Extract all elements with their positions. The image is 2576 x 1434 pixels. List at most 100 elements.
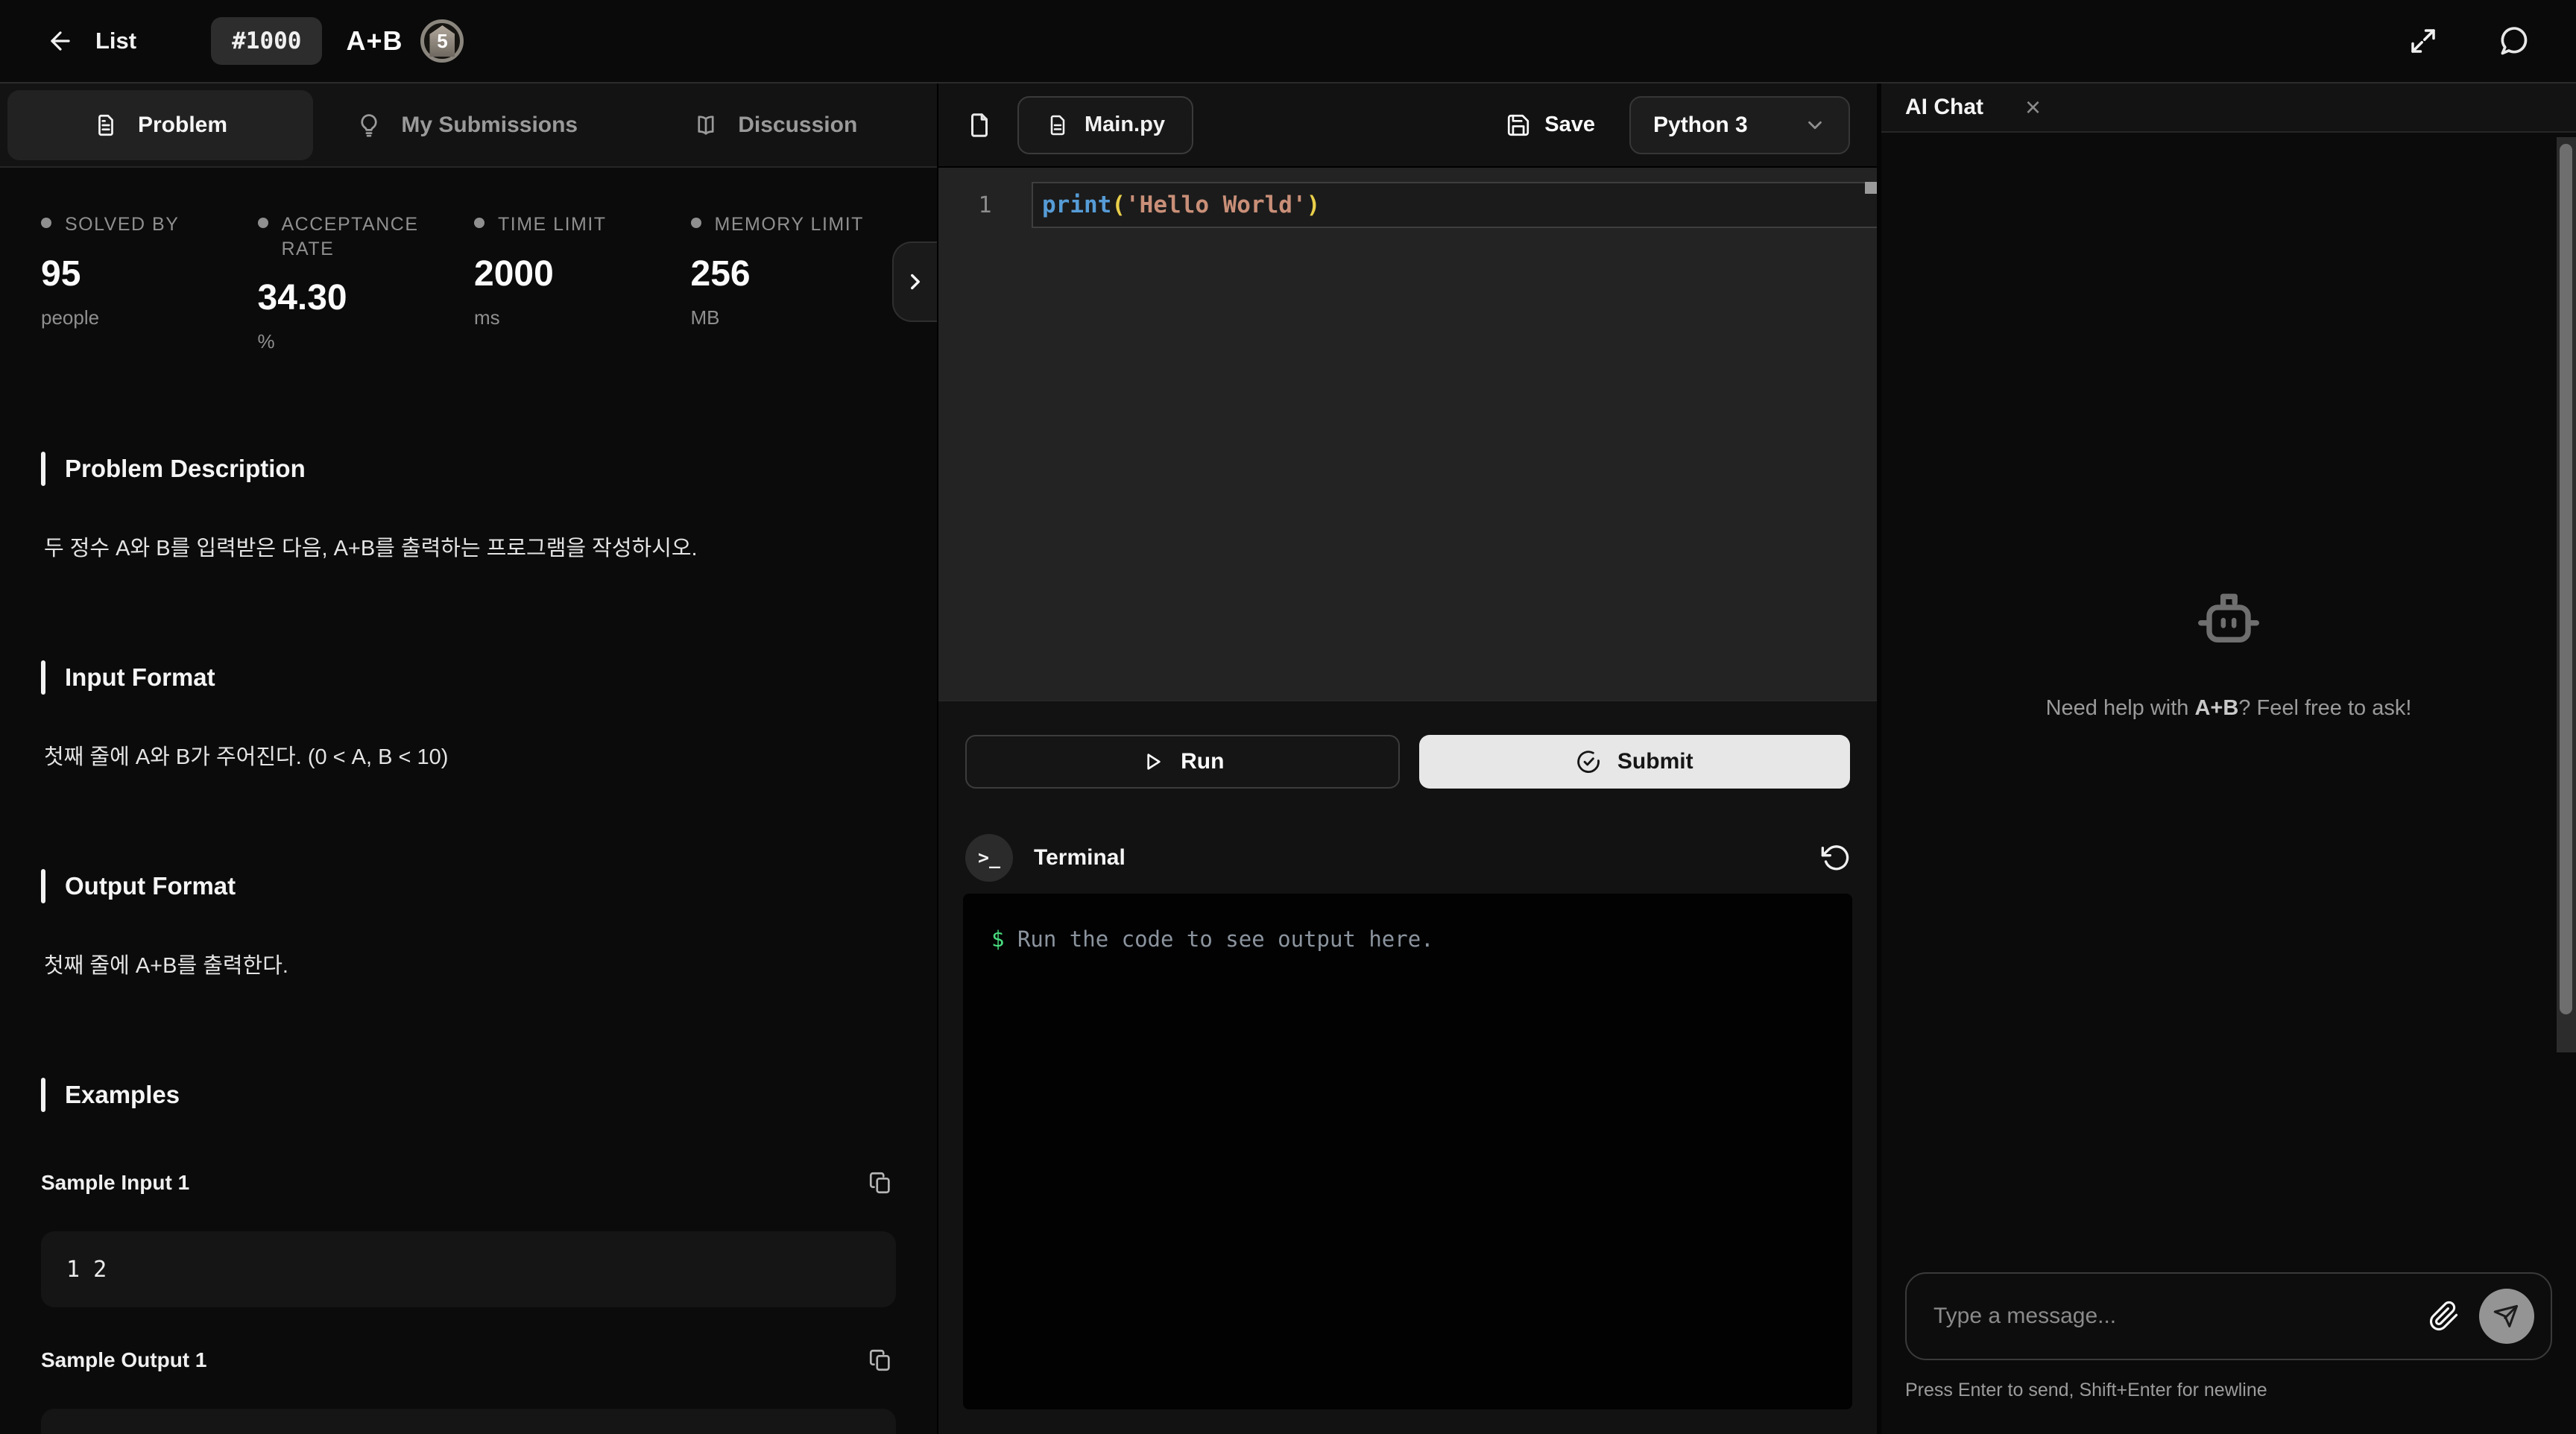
chat-helper-text: Press Enter to send, Shift+Enter for new… [1905,1380,2552,1401]
actions-row: Run Submit [938,700,1877,821]
section-body: 첫째 줄에 A+B를 출력한다. [41,948,896,979]
section-heading: Examples [65,1081,180,1109]
book-icon [693,113,719,138]
problem-panel: Problem My Submissions Discussion [0,83,938,1434]
stat-acceptance-rate: ACCEPTANCE RATE 34.30 % [258,212,475,353]
save-label: Save [1544,113,1595,137]
stat-unit: % [258,330,475,353]
stat-label: ACCEPTANCE RATE [282,212,435,261]
section-problem-description: Problem Description 두 정수 A와 B를 입력받은 다음, … [41,452,896,562]
stat-value: 95 [41,253,258,294]
chat-input-area: Type a message... Press Enter to send, S… [1881,1054,2576,1434]
line-number: 1 [938,182,1032,228]
tab-discussion-label: Discussion [738,113,857,138]
bullet-dot-icon [474,218,484,228]
chat-scrollbar[interactable] [2557,137,2576,1052]
copy-icon[interactable] [865,1167,896,1198]
sample-input-label: Sample Input 1 [41,1171,189,1195]
terminal-title: Terminal [1034,845,1126,871]
tab-my-submissions[interactable]: My Submissions [313,90,622,160]
editor-scrollbar-thumb[interactable] [1865,182,1877,194]
tier-badge: 5 [420,19,464,63]
file-icon [1046,113,1070,137]
code-keyword: print [1042,192,1111,218]
section-body: 첫째 줄에 A와 B가 주어진다. (0 < A, B < 10) [41,739,896,771]
tab-my-submissions-label: My Submissions [401,113,578,138]
tier-shield-icon: 5 [429,25,455,57]
run-button[interactable]: Run [965,735,1400,789]
stat-time-limit: TIME LIMIT 2000 ms [474,212,691,353]
ai-chat-panel: AI Chat × Need help with A+B? Feel free … [1881,83,2576,1434]
bullet-dot-icon [41,218,51,228]
code-string: 'Hello World' [1126,192,1307,218]
back-arrow-icon [46,27,75,55]
reset-terminal-icon[interactable] [1820,843,1850,873]
submit-label: Submit [1617,749,1693,774]
tab-problem[interactable]: Problem [7,90,313,160]
save-icon [1506,113,1531,138]
robot-icon [2190,578,2267,656]
language-select[interactable]: Python 3 [1629,96,1850,154]
file-tab-mainpy[interactable]: Main.py [1017,96,1193,154]
stat-value: 2000 [474,253,691,294]
tab-discussion[interactable]: Discussion [622,90,930,160]
terminal-prompt: $ [991,926,1004,952]
paper-plane-icon [2493,1303,2520,1330]
active-line: print('Hello World') [1032,182,1877,228]
chevron-right-icon [903,269,928,294]
paperclip-icon[interactable] [2428,1301,2460,1332]
sample-input-box: 1 2 [41,1231,896,1307]
stat-value: 256 [691,253,908,294]
chat-header: AI Chat × [1881,83,2576,133]
terminal-placeholder-text: Run the code to see output here. [1017,926,1434,952]
stat-unit: MB [691,306,908,329]
stat-label: MEMORY LIMIT [715,212,864,237]
chat-scrollbar-thumb[interactable] [2560,144,2572,1014]
stats-row: SOLVED BY 95 people ACCEPTANCE RATE 34.3… [0,168,937,353]
code-paren-close: ) [1307,192,1321,218]
chat-empty-problem-name: A+B [2194,696,2238,720]
tier-number: 5 [437,30,447,53]
stat-unit: people [41,306,258,329]
collapse-panel-button[interactable] [892,241,937,322]
save-button[interactable]: Save [1506,113,1595,138]
problem-tabs: Problem My Submissions Discussion [0,83,937,168]
section-examples: Examples Sample Input 1 1 2 Sample Outpu… [41,1078,896,1434]
send-button[interactable] [2479,1289,2534,1344]
problem-title: A+B [346,25,402,57]
new-file-icon[interactable] [965,111,994,139]
bullet-dot-icon [691,218,701,228]
back-label: List [95,28,136,54]
chat-input[interactable]: Type a message... [1905,1272,2552,1360]
chat-bubble-icon[interactable] [2497,25,2530,57]
check-circle-icon [1576,749,1601,774]
bullet-dot-icon [258,218,268,228]
tab-problem-label: Problem [138,113,227,138]
code-editor[interactable]: 1 print('Hello World') [938,168,1877,700]
language-value: Python 3 [1653,113,1748,138]
stat-solved-by: SOLVED BY 95 people [41,212,258,353]
fullscreen-icon[interactable] [2408,25,2439,57]
back-to-list-button[interactable]: List [46,27,136,55]
editor-panel: Main.py Save Python 3 [938,83,1881,1434]
stat-value: 34.30 [258,277,475,318]
run-label: Run [1181,749,1224,774]
stat-label: SOLVED BY [65,212,179,237]
problem-content: SOLVED BY 95 people ACCEPTANCE RATE 34.3… [0,168,937,1434]
play-icon [1140,750,1164,774]
copy-icon[interactable] [865,1345,896,1376]
close-icon[interactable]: × [2025,94,2041,121]
app-root: List #1000 A+B 5 [0,0,2576,1434]
stat-unit: ms [474,306,691,329]
lightbulb-icon [356,113,382,138]
stat-memory-limit: MEMORY LIMIT 256 MB [691,212,908,353]
submit-button[interactable]: Submit [1419,735,1851,789]
chat-title: AI Chat [1905,95,1983,120]
terminal-output[interactable]: $ Run the code to see output here. [963,894,1852,1409]
chat-empty-state-text: Need help with A+B? Feel free to ask! [2046,696,2412,721]
section-body: 두 정수 A와 B를 입력받은 다음, A+B를 출력하는 프로그램을 작성하시… [41,531,896,562]
sample-output-label: Sample Output 1 [41,1348,206,1372]
document-icon [93,113,119,138]
file-tab-label: Main.py [1085,113,1165,137]
section-input-format: Input Format 첫째 줄에 A와 B가 주어진다. (0 < A, B… [41,660,896,771]
